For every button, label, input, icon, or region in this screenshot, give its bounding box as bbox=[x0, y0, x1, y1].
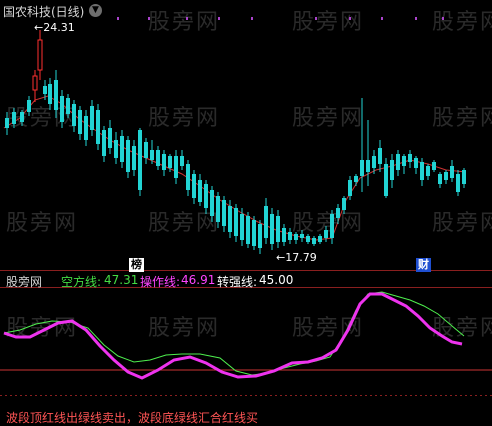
candle-body bbox=[234, 208, 238, 236]
chart-window: 股旁网 股旁网 股旁网 股旁网 股旁网 股旁网 股旁网 股旁网 股旁网 股旁网 … bbox=[0, 0, 492, 425]
candle-body bbox=[324, 230, 328, 238]
candle-body bbox=[240, 214, 244, 240]
low-price-label: ←17.79 bbox=[276, 251, 317, 264]
candle-body bbox=[372, 156, 376, 168]
candle-body bbox=[390, 160, 394, 180]
candle-body bbox=[348, 180, 352, 196]
candle-body bbox=[258, 224, 262, 248]
candle-body bbox=[222, 200, 226, 226]
candle-body bbox=[204, 184, 208, 208]
candle-body bbox=[37, 39, 43, 71]
candle-body bbox=[306, 236, 310, 242]
candle-body bbox=[360, 160, 364, 176]
candle-body bbox=[342, 198, 346, 210]
candle-body bbox=[32, 75, 38, 91]
candle-body bbox=[450, 166, 454, 178]
candle-body bbox=[168, 156, 172, 168]
candle-body bbox=[264, 206, 268, 238]
operation-line-label: 操作线: bbox=[140, 275, 181, 289]
candle-body bbox=[276, 216, 280, 242]
arrow-left-icon: ← bbox=[34, 21, 44, 34]
candle-body bbox=[312, 238, 316, 244]
indicator-site-label: 股旁网 bbox=[6, 275, 43, 289]
candle-body bbox=[192, 174, 196, 198]
candle-body bbox=[336, 208, 340, 218]
candle-body bbox=[288, 232, 292, 240]
candle-body bbox=[162, 154, 166, 170]
candle-body bbox=[384, 164, 388, 196]
candle-body bbox=[420, 162, 424, 180]
strength-line-value: 45.00 bbox=[259, 273, 294, 287]
candle-body bbox=[186, 164, 190, 190]
candle-body bbox=[180, 156, 184, 166]
candle-body bbox=[462, 170, 466, 184]
candle-body bbox=[27, 100, 31, 112]
candle-body bbox=[5, 118, 9, 128]
high-price-label: ←24.31 bbox=[34, 21, 75, 34]
candle-body bbox=[108, 128, 112, 148]
candle-body bbox=[72, 104, 76, 126]
candle-body bbox=[366, 160, 370, 172]
candle-body bbox=[43, 86, 47, 94]
candle-body bbox=[114, 140, 118, 158]
candle-body bbox=[66, 98, 70, 114]
candle-body bbox=[456, 174, 460, 192]
candle-body bbox=[78, 110, 82, 134]
candle-body bbox=[198, 180, 202, 202]
candle-body bbox=[432, 162, 436, 170]
event-badge[interactable]: 榜 bbox=[129, 258, 144, 272]
candle-body bbox=[20, 112, 24, 122]
operation-line bbox=[3, 292, 463, 380]
short-line-value: 47.31 bbox=[104, 273, 139, 287]
chevron-down-icon[interactable]: ▼ bbox=[89, 4, 102, 17]
candle-body bbox=[126, 140, 130, 172]
candle-body bbox=[378, 148, 382, 164]
candle-body bbox=[408, 154, 412, 162]
candle-body bbox=[270, 214, 274, 244]
candle-body bbox=[156, 150, 160, 166]
candle-body bbox=[282, 228, 286, 242]
candle-body bbox=[90, 106, 94, 130]
short-line bbox=[3, 291, 465, 376]
candle-body bbox=[210, 190, 214, 216]
candle-body bbox=[330, 214, 334, 238]
chart-canvas bbox=[0, 17, 492, 396]
chart-title: 国农科技(日线) bbox=[3, 5, 85, 19]
candle-body bbox=[246, 216, 250, 244]
operation-line-value: 46.91 bbox=[181, 273, 216, 287]
candle-body bbox=[150, 150, 154, 160]
candle-body bbox=[438, 174, 442, 184]
top-markers bbox=[117, 17, 444, 20]
candle-body bbox=[228, 206, 232, 232]
candle-body bbox=[426, 166, 430, 176]
candle-body bbox=[48, 84, 52, 104]
candle-body bbox=[252, 220, 256, 246]
candle-body bbox=[174, 156, 178, 178]
candle-body bbox=[300, 234, 304, 238]
candle-body bbox=[414, 158, 418, 168]
candle-body bbox=[60, 96, 64, 122]
candle-body bbox=[216, 196, 220, 222]
candlestick-series bbox=[5, 30, 466, 254]
candle-body bbox=[132, 146, 136, 170]
arrow-left-icon: ← bbox=[276, 251, 286, 264]
finance-badge[interactable]: 财 bbox=[416, 258, 431, 272]
candle-body bbox=[138, 130, 142, 190]
short-line-label: 空方线: bbox=[61, 275, 102, 289]
candle-body bbox=[102, 130, 106, 156]
candle-body bbox=[354, 176, 358, 182]
candle-body bbox=[12, 112, 16, 124]
candle-body bbox=[144, 142, 148, 158]
strength-line-label: 转强线: bbox=[217, 275, 258, 289]
candle-body bbox=[54, 80, 58, 110]
candle-body bbox=[96, 110, 100, 144]
candle-body bbox=[84, 116, 88, 140]
candle-body bbox=[444, 172, 448, 180]
candle-body bbox=[120, 136, 124, 162]
candle-body bbox=[402, 156, 406, 166]
candle-body bbox=[396, 154, 400, 170]
strategy-note: 波段顶红线出绿线卖出，波段底绿线汇合红线买 bbox=[6, 411, 259, 425]
candle-body bbox=[294, 234, 298, 240]
candle-body bbox=[318, 236, 322, 242]
